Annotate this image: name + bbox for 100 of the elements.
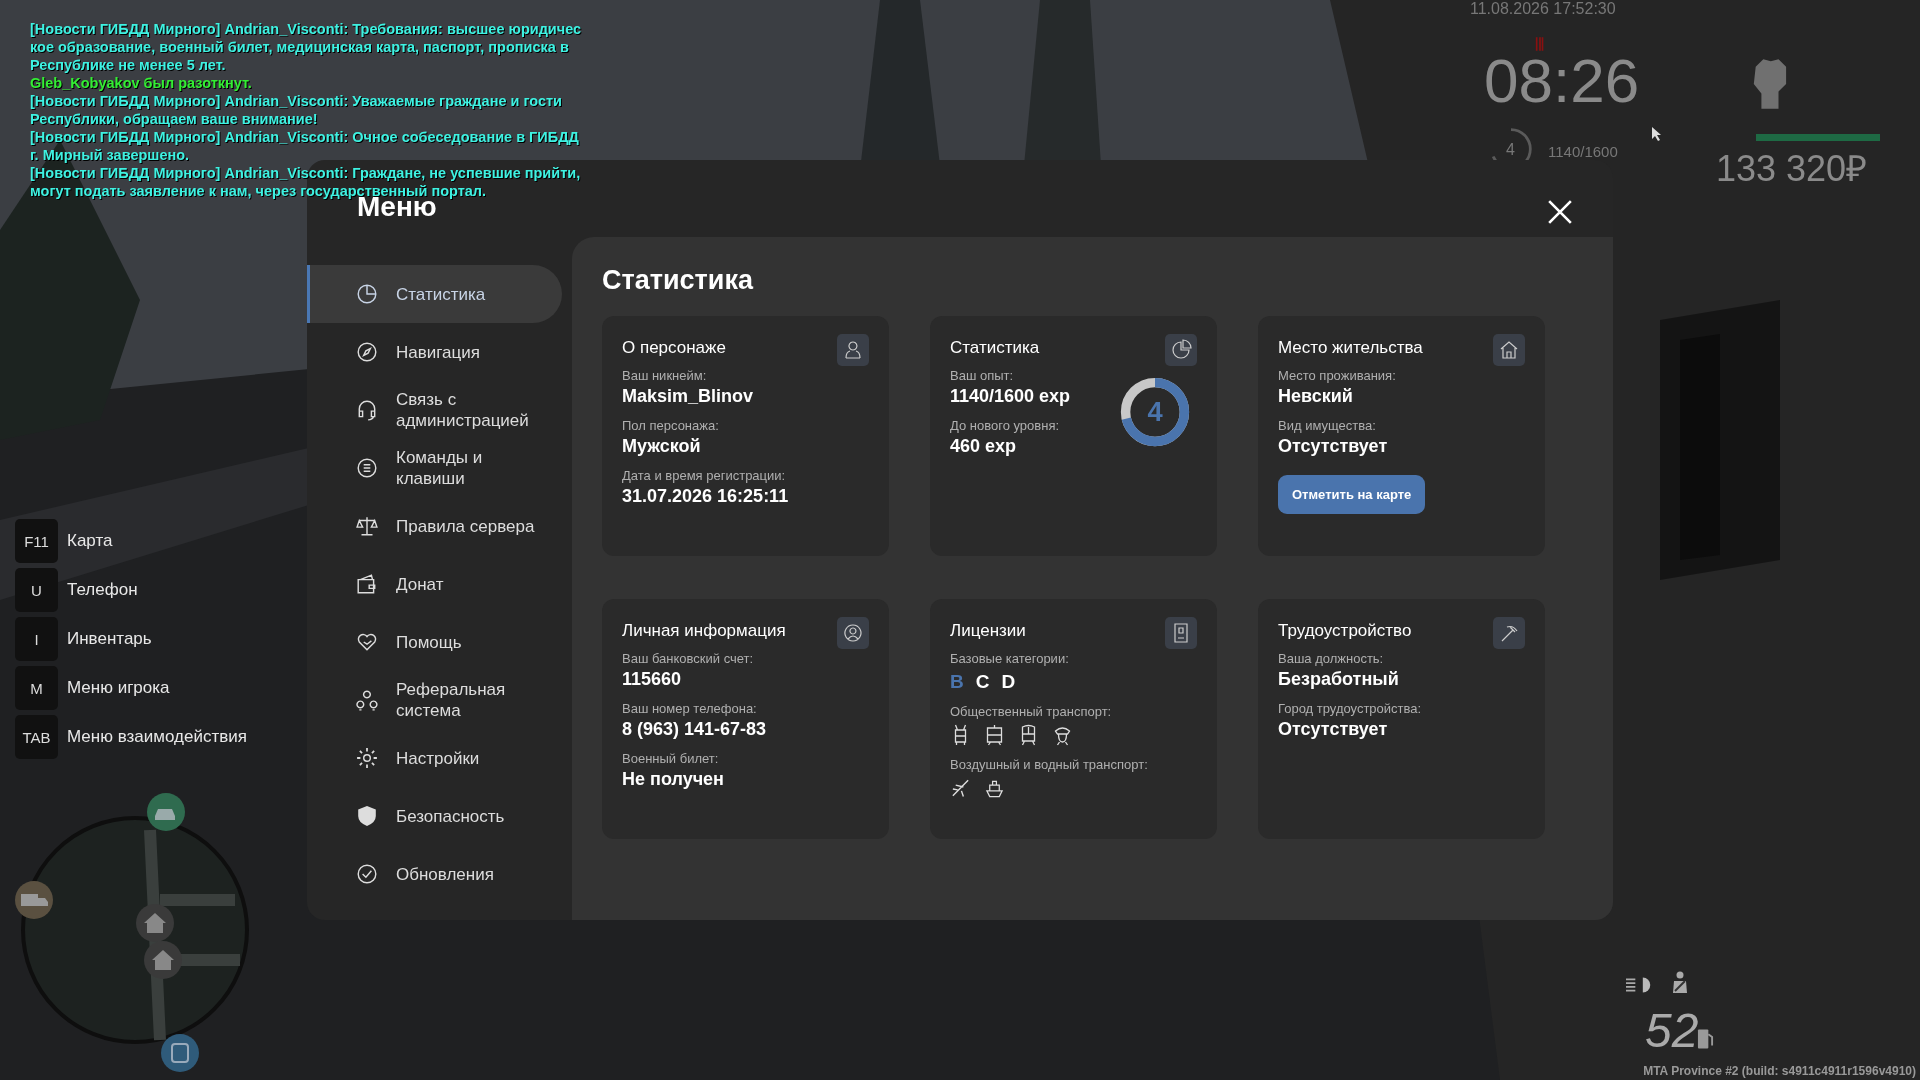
field-label: Вид имущества: — [1278, 418, 1377, 433]
card-title: О персонаже — [622, 338, 726, 358]
chat-message: кое образование, военный билет, медицинская карта, паспорт, прописка в — [30, 38, 570, 56]
chat-message: могут подать заявление к нам, через государственный портал. — [30, 182, 488, 199]
field-value: 460 exp — [950, 436, 1018, 457]
sidebar-item[interactable]: Донат — [307, 555, 562, 613]
build-info: MTA Province #2 (build: s4911c4911r1596v4910) — [1643, 1064, 1916, 1078]
key-badge: U — [15, 568, 58, 612]
hotkey-label: Инвентарь — [67, 629, 152, 649]
money-amount: 133 320₽ — [1716, 147, 1868, 191]
field-value: Не получен — [622, 769, 725, 790]
field-label: Город трудоустройства: — [1278, 701, 1422, 716]
level-number: 4 — [1506, 141, 1515, 159]
cursor-icon — [1652, 127, 1662, 141]
driver-cap-icon — [1052, 724, 1073, 746]
key-badge: F11 — [15, 519, 58, 563]
speedometer-reading: 52 — [1645, 1003, 1699, 1058]
pie-chart-icon — [1165, 334, 1197, 366]
chat-message: [Новости ГИБДД Мирного] Andrian_Visconti: Очное собеседование в ГИБДД — [30, 128, 580, 146]
field-value: Отсутствует — [1278, 719, 1389, 740]
person-icon — [837, 334, 869, 366]
sidebar-item[interactable]: Безопасность — [307, 787, 562, 845]
exp-counter: 1140/1600 — [1548, 143, 1618, 160]
card-title: Место жительства — [1278, 338, 1423, 358]
sidebar-item[interactable]: Настройки — [307, 729, 562, 787]
field-label: Воздушный и водный транспорт: — [950, 757, 1148, 772]
sidebar-item[interactable]: Команды и клавиши — [307, 439, 562, 497]
field-label: Ваш банковский счет: — [622, 651, 755, 666]
heart-hand-icon — [356, 631, 378, 653]
game-clock: 08:26 — [1484, 46, 1640, 116]
field-value: Безработный — [1278, 669, 1400, 690]
level-number: 4 — [1147, 396, 1163, 428]
field-value: 1140/1600 exp — [950, 386, 1071, 407]
chat-message: Республики, обращаем ваше внимание! — [30, 110, 319, 128]
chat-message: [Новости ГИБДД Мирного] Andrian_Visconti: Требования: высшее юридичес — [30, 20, 582, 38]
chat-message: Gleb_Kobyakov был разоткнут. — [30, 74, 253, 92]
field-label: Место проживания: — [1278, 368, 1396, 383]
field-value: 31.07.2026 16:25:11 — [622, 486, 789, 507]
truck-icon — [14, 880, 54, 920]
people-icon — [356, 689, 378, 711]
field-label: Дата и время регистрации: — [622, 468, 787, 483]
compass-icon — [356, 341, 378, 363]
sidebar-item[interactable]: Связь с администрацией — [307, 381, 562, 439]
license-category: C — [975, 671, 990, 693]
house-icon — [135, 903, 175, 943]
tram-icon — [984, 724, 1005, 746]
key-badge: M — [15, 666, 58, 710]
sidebar-item[interactable]: Навигация — [307, 323, 562, 381]
card-title: Трудоустройство — [1278, 621, 1412, 641]
field-label: Базовые категории: — [950, 651, 1070, 666]
mark-on-map-button[interactable]: Отметить на карте — [1278, 475, 1426, 514]
shield-icon — [356, 805, 378, 827]
chat-message: [Новости ГИБДД Мирного] Andrian_Visconti: Уважаемые граждане и гости — [30, 92, 564, 110]
field-label: Ваш опыт: — [950, 368, 1015, 383]
hotkey-label: Карта — [67, 531, 113, 551]
field-label: До нового уровня: — [950, 418, 1061, 433]
settings-icon — [356, 747, 378, 769]
sidebar-item[interactable]: Помощь — [307, 613, 562, 671]
chat-message: Республике не менее 5 лет. — [30, 56, 227, 74]
hotkey-label: Телефон — [67, 580, 138, 600]
hotkey-label: Меню игрока — [67, 678, 170, 698]
date-time: 11.08.2026 17:52:30 — [1470, 0, 1616, 18]
field-label: Ваш номер телефона: — [622, 701, 758, 716]
sidebar-item[interactable]: Обновления — [307, 845, 562, 903]
pie-chart-icon — [356, 283, 378, 305]
key-badge: TAB — [15, 715, 58, 759]
card-title: Личная информация — [622, 621, 786, 641]
license-category: D — [1001, 671, 1016, 693]
field-value: Мужской — [622, 436, 702, 457]
headset-icon — [356, 399, 378, 421]
field-value: 8 (963) 141-67-83 — [622, 719, 767, 740]
house-icon — [143, 940, 183, 980]
field-label: Ваша должность: — [1278, 651, 1385, 666]
field-value: Maksim_Blinov — [622, 386, 755, 407]
sidebar-item[interactable]: Реферальная система — [307, 671, 562, 729]
check-circle-icon — [356, 863, 378, 885]
pickaxe-icon — [1493, 617, 1525, 649]
field-value: Невский — [1278, 386, 1354, 407]
field-label: Ваш никнейм: — [622, 368, 708, 383]
card-title: Статистика — [950, 338, 1040, 358]
wallet-icon — [356, 573, 378, 595]
field-value: Отсутствует — [1278, 436, 1389, 457]
chat-message: [Новости ГИБДД Мирного] Andrian_Visconti: Граждане, не успевшие прийти, — [30, 164, 582, 182]
sidebar-item[interactable]: Статистика — [307, 265, 562, 323]
field-label: Пол персонажа: — [622, 418, 720, 433]
house-icon — [1493, 334, 1525, 366]
field-label: Военный билет: — [622, 751, 720, 766]
field-value: 115660 — [622, 669, 683, 690]
list-icon — [356, 457, 378, 479]
cutlery-icon — [1535, 36, 1545, 52]
card-title: Лицензии — [950, 621, 1026, 641]
hotkey-label: Меню взаимодействия — [67, 727, 247, 747]
id-card-icon — [1165, 617, 1197, 649]
sidebar-item[interactable]: Правила сервера — [307, 497, 562, 555]
scales-icon — [356, 515, 378, 537]
key-badge: I — [15, 617, 58, 661]
field-label: Общественный транспорт: — [950, 704, 1113, 719]
section-title: Статистика — [602, 265, 755, 296]
license-category: B — [950, 671, 964, 693]
chat-message: г. Мирный завершено. — [30, 146, 191, 164]
